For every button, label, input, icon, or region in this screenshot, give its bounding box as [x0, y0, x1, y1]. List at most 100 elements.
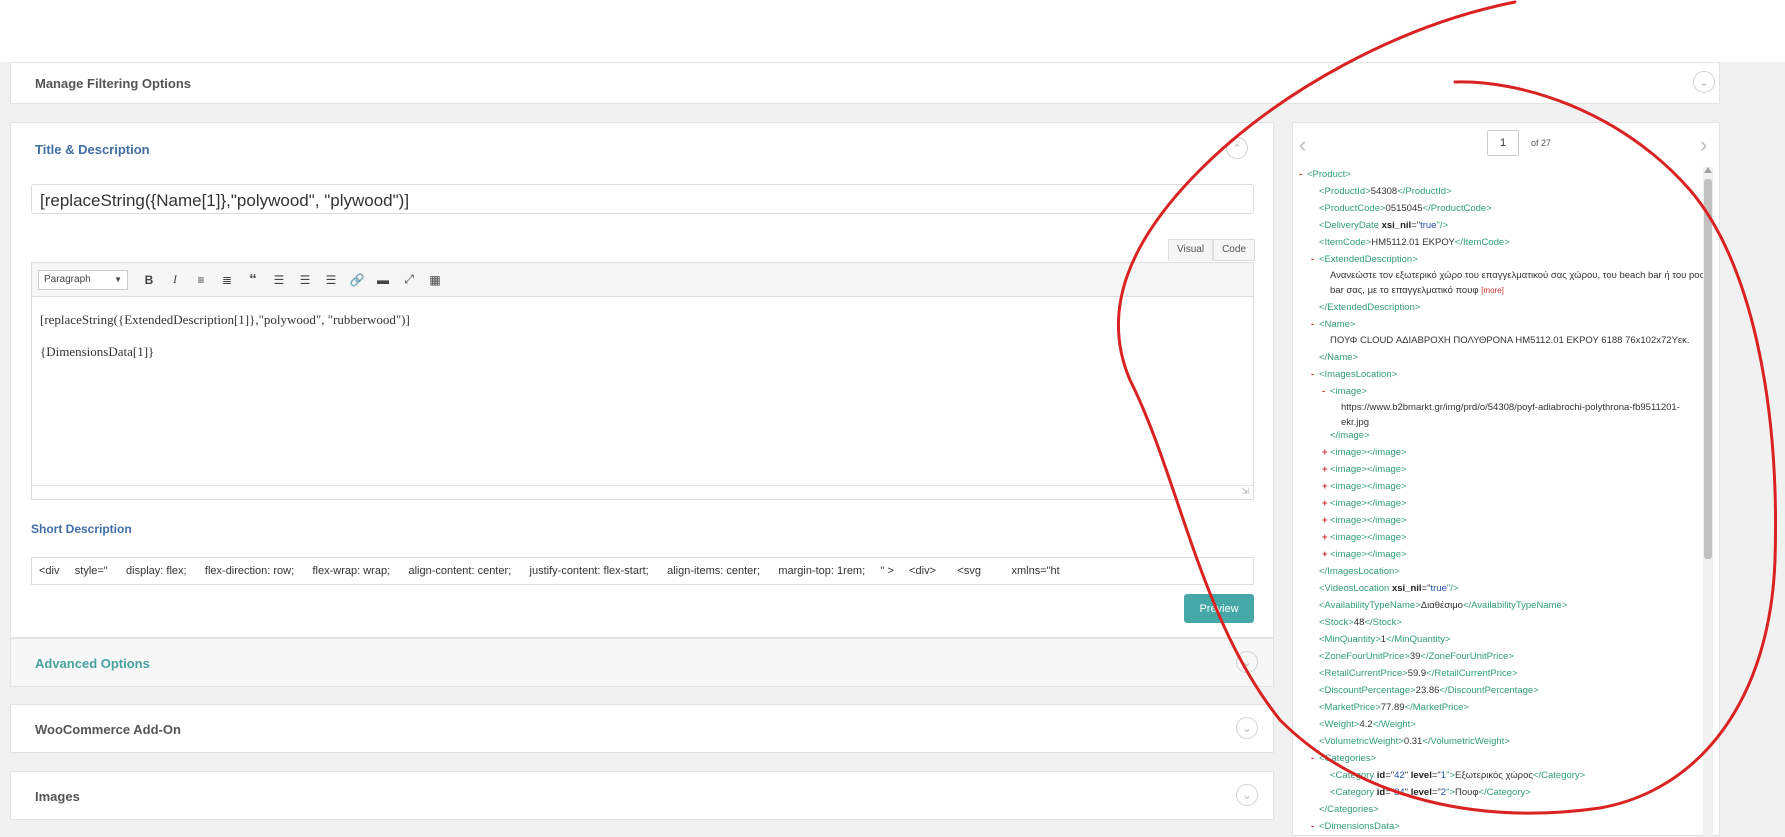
resize-grip-icon[interactable]: ⇲	[1241, 486, 1249, 497]
xml-node: <Name>	[1319, 319, 1356, 330]
collapse-toggle[interactable]: -	[1311, 821, 1314, 832]
xml-text: ΠΟΥΦ CLOUD ΑΔΙΑΒΡΟΧΗ ΠΟΛΥΘΡΟΝΑ HM5112.01…	[1330, 335, 1690, 346]
xml-node: <image></image>	[1330, 549, 1407, 560]
xml-node: <Category id="42" level="1">Εξωτερικός χ…	[1330, 770, 1586, 781]
xml-node: <image></image>	[1330, 532, 1407, 543]
images-panel[interactable]: Images ⌄	[10, 771, 1274, 820]
bullet-list-icon[interactable]: ≡	[190, 269, 212, 291]
expand-toggle[interactable]: +	[1322, 515, 1328, 526]
xml-node: <Product>	[1307, 169, 1351, 180]
xml-node: </Categories>	[1319, 804, 1379, 815]
chevron-left-icon[interactable]: ‹	[1299, 132, 1306, 158]
xml-node: <ZoneFourUnitPrice>39</ZoneFourUnitPrice…	[1319, 651, 1514, 662]
blockquote-icon[interactable]: “	[242, 269, 264, 291]
editor-statusbar: ⇲	[32, 485, 1253, 499]
xml-node: </Name>	[1319, 352, 1359, 363]
xml-node: <image></image>	[1330, 515, 1407, 526]
preview-button[interactable]: Preview	[1184, 594, 1254, 623]
italic-icon[interactable]: I	[164, 269, 186, 291]
chevron-right-icon[interactable]: ›	[1700, 132, 1707, 158]
page-number-input[interactable]: 1	[1487, 130, 1519, 156]
editor-content[interactable]: [replaceString({ExtendedDescription[1]},…	[32, 297, 1253, 389]
format-select-value: Paragraph	[44, 274, 91, 285]
xml-node: </image>	[1330, 430, 1370, 441]
xml-node: <ExtendedDescription>	[1319, 254, 1418, 265]
xml-node: <DiscountPercentage>23.86</DiscountPerce…	[1319, 685, 1539, 696]
collapse-toggle[interactable]: -	[1311, 254, 1314, 265]
xml-node: <DimensionsData>	[1319, 821, 1400, 832]
collapse-toggle[interactable]: -	[1322, 386, 1325, 397]
xml-node: </ImagesLocation>	[1319, 566, 1400, 577]
xml-node: <Weight>4.2</Weight>	[1319, 719, 1416, 730]
xml-node: <MarketPrice>77.89</MarketPrice>	[1319, 702, 1469, 713]
expand-toggle[interactable]: +	[1322, 549, 1328, 560]
short-description-label: Short Description	[31, 522, 132, 536]
xml-node: <ProductCode>0515045</ProductCode>	[1319, 203, 1492, 214]
xml-node: <image></image>	[1330, 464, 1407, 475]
description-editor: Paragraph ▼ B I ≡ ≣ “ ☰ ☰ ☰ 🔗 ▬ ⤢ ▦ [rep…	[31, 262, 1254, 500]
collapse-toggle[interactable]: -	[1299, 169, 1302, 180]
advanced-options-panel[interactable]: Advanced Options ⌄	[10, 638, 1274, 687]
expand-toggle[interactable]: +	[1322, 464, 1328, 475]
chevron-down-icon[interactable]: ⌄	[1693, 71, 1715, 93]
xml-node: <image></image>	[1330, 447, 1407, 458]
title-input[interactable]: [replaceString({Name[1]},"polywood", "pl…	[31, 184, 1254, 214]
xml-preview-panel: ‹ 1 of 27 › - <Product> <ProductId>54308…	[1292, 122, 1720, 837]
xml-node: <AvailabilityTypeName>Διαθέσιμο</Availab…	[1319, 600, 1568, 611]
xml-node: <VolumetricWeight>0.31</VolumetricWeight…	[1319, 736, 1510, 747]
collapse-toggle[interactable]: -	[1311, 319, 1314, 330]
xml-node: <VideosLocation xsi_nil="true"/>	[1319, 583, 1459, 594]
xml-node: <ItemCode>HM5112.01 ΕΚΡΟΥ</ItemCode>	[1319, 237, 1510, 248]
chevron-down-icon[interactable]: ⌄	[1236, 717, 1258, 739]
expand-toggle[interactable]: +	[1322, 498, 1328, 509]
link-icon[interactable]: 🔗	[346, 269, 368, 291]
xml-node: <Stock>48</Stock>	[1319, 617, 1402, 628]
xml-scrollbar[interactable]	[1703, 167, 1713, 837]
tab-visual[interactable]: Visual	[1168, 239, 1214, 261]
woocommerce-addon-heading: WooCommerce Add-On	[35, 722, 181, 737]
editor-tabs: Visual Code	[1168, 239, 1255, 261]
woocommerce-addon-panel[interactable]: WooCommerce Add-On ⌄	[10, 704, 1274, 753]
xml-node: <Categories>	[1319, 753, 1377, 764]
bold-icon[interactable]: B	[138, 269, 160, 291]
format-select[interactable]: Paragraph ▼	[38, 269, 128, 290]
expand-toggle[interactable]: +	[1322, 447, 1328, 458]
collapse-toggle[interactable]: -	[1311, 753, 1314, 764]
toolbar-toggle-icon[interactable]: ▦	[424, 269, 446, 291]
advanced-options-heading: Advanced Options	[35, 656, 150, 671]
collapse-toggle[interactable]: -	[1311, 369, 1314, 380]
caret-down-icon: ▼	[114, 275, 122, 284]
filtering-options-panel[interactable]: Manage Filtering Options ⌄	[10, 62, 1720, 104]
align-left-icon[interactable]: ☰	[268, 269, 290, 291]
xml-node: </ExtendedDescription>	[1319, 302, 1421, 313]
short-description-input[interactable]: <div style=" display: flex; flex-directi…	[31, 557, 1254, 585]
chevron-up-icon[interactable]: ⌃	[1226, 137, 1248, 159]
xml-node: <Category id="84" level="2">Πουφ</Catego…	[1330, 787, 1531, 798]
fullscreen-icon[interactable]: ⤢	[398, 269, 420, 291]
xml-node: <ImagesLocation>	[1319, 369, 1398, 380]
numbered-list-icon[interactable]: ≣	[216, 269, 238, 291]
expand-toggle[interactable]: +	[1322, 481, 1328, 492]
xml-node: <RetailCurrentPrice>59.9</RetailCurrentP…	[1319, 668, 1518, 679]
read-more-icon[interactable]: ▬	[372, 269, 394, 291]
images-heading: Images	[35, 789, 80, 804]
xml-node: <MinQuantity>1</MinQuantity>	[1319, 634, 1451, 645]
scroll-thumb[interactable]	[1704, 179, 1712, 559]
expand-toggle[interactable]: +	[1322, 532, 1328, 543]
title-description-heading: Title & Description	[35, 142, 150, 157]
editor-line: [replaceString({ExtendedDescription[1]},…	[40, 312, 410, 327]
chevron-down-icon[interactable]: ⌄	[1236, 784, 1258, 806]
xml-node: <DeliveryDate xsi_nil="true"/>	[1319, 220, 1449, 231]
editor-toolbar: Paragraph ▼ B I ≡ ≣ “ ☰ ☰ ☰ 🔗 ▬ ⤢ ▦	[32, 263, 1253, 297]
filtering-options-heading: Manage Filtering Options	[35, 76, 192, 91]
align-right-icon[interactable]: ☰	[320, 269, 342, 291]
align-center-icon[interactable]: ☰	[294, 269, 316, 291]
chevron-down-icon[interactable]: ⌄	[1236, 651, 1258, 673]
scroll-up-icon[interactable]	[1704, 167, 1712, 173]
tab-code[interactable]: Code	[1213, 239, 1255, 261]
more-link[interactable]: [more]	[1481, 286, 1504, 295]
xml-text: https://www.b2bmarkt.gr/img/prd/o/54308/…	[1341, 402, 1680, 428]
top-bar	[0, 0, 1785, 62]
xml-node: <ProductId>54308</ProductId>	[1319, 186, 1452, 197]
xml-text: Ανανεώστε τον εξωτερικό χώρο του επαγγελ…	[1330, 270, 1707, 296]
